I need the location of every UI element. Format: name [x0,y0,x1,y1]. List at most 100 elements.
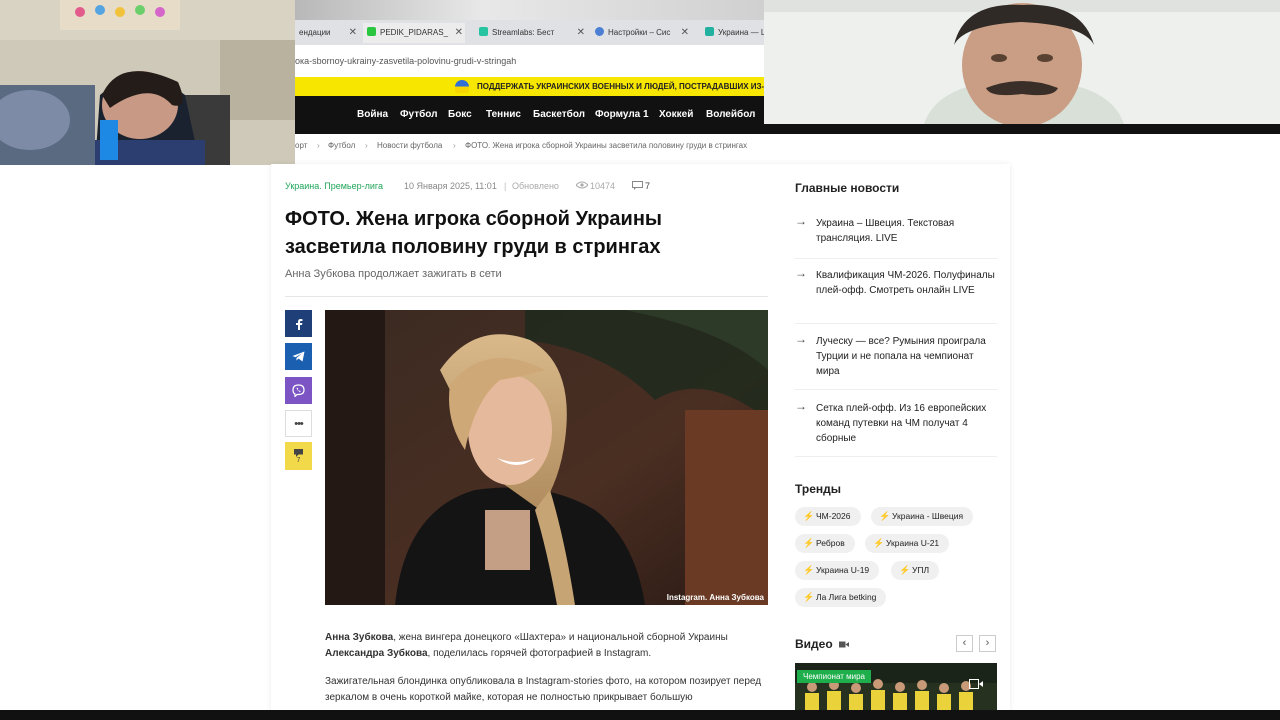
trend-tag[interactable]: ⚡ УПЛ [891,561,940,580]
more-dots-icon: ••• [294,417,304,430]
video-heading-label: Видео [795,637,833,651]
lightning-icon: ⚡ [873,538,885,548]
chevron-left-icon: ‹ [962,637,967,649]
close-icon[interactable]: ✕ [681,23,689,43]
webcam-right-image [764,0,1280,124]
trend-tag[interactable]: ⚡ Украина U-19 [795,561,880,580]
article-comments-count[interactable]: 7 [645,181,650,191]
divider [285,296,768,297]
tab-label: Настройки – Сис [608,28,671,37]
support-banner[interactable]: ПОДДЕРЖАТЬ УКРАИНСКИХ ВОЕННЫХ И ЛЮДЕЙ, П… [295,77,764,96]
trends-heading: Тренды [795,482,841,496]
comment-icon [294,448,303,457]
person-name: Александра Зубкова [325,648,428,659]
video-next-button[interactable]: › [979,635,996,652]
nav-item-boxing[interactable]: Бокс [448,96,472,134]
paragraph-text: , жена вингера донецкого «Шахтера» и нац… [393,632,728,643]
breadcrumb-separator: › [365,141,368,150]
breadcrumb-item-football-news[interactable]: Новости футбола [377,141,442,150]
arrow-right-icon: → [795,266,807,280]
share-more-button[interactable]: ••• [285,410,312,437]
article-title: ФОТО. Жена игрока сборной Украины засвет… [285,208,663,258]
share-viber-button[interactable] [285,377,312,404]
browser-tab-2[interactable]: PEDIK_PIDARAS_ ✕ [363,23,465,43]
article-paragraph-2: Зажигательная блондинка опубликовала в I… [325,676,762,703]
nav-item-basketball[interactable]: Баскетбол [533,96,585,134]
trend-label: Украина - Швеция [892,511,964,521]
webcam-left-image [0,0,295,165]
nav-item-hockey[interactable]: Хоккей [659,96,693,134]
telegram-icon [292,351,305,362]
browser-tab-1[interactable]: ендации ✕ [295,23,359,43]
tab-label: Украина — Ц [718,28,764,37]
trend-label: Ла Лига betking [816,592,877,602]
lightning-icon: ⚡ [803,565,815,575]
article-photo[interactable]: Instagram. Анна Зубкова [325,310,768,605]
article-body: Анна Зубкова, жена вингера донецкого «Ша… [325,630,770,718]
chevron-right-icon: › [985,637,990,649]
settings-gear-icon [595,27,604,36]
trend-label: Ребров [816,538,845,548]
lightning-icon: ⚡ [899,565,911,575]
webcam-right [764,0,1280,124]
video-badge: Чемпионат мира [797,670,871,683]
trend-label: УПЛ [912,565,930,575]
tab-label: PEDIK_PIDARAS_ [380,28,449,37]
trend-tag[interactable]: ⚡ Ла Лига betking [795,588,887,607]
trend-label: ЧМ-2026 [816,511,851,521]
news-item-title: Луческу — все? Румыния проиграла Турции … [816,336,986,377]
article-date: 10 Января 2025, 11:01 [404,181,497,191]
video-play-icon [969,679,983,689]
share-telegram-button[interactable] [285,343,312,370]
ukraine-heart-icon [455,80,469,93]
nav-item-formula1[interactable]: Формула 1 [595,96,649,134]
webcam-left [0,0,295,165]
close-icon[interactable]: ✕ [349,23,357,43]
trend-label: Украина U-21 [886,538,940,548]
nav-item-war[interactable]: Война [357,96,388,134]
share-facebook-button[interactable] [285,310,312,337]
lightning-icon: ⚡ [803,538,815,548]
lightning-icon: ⚡ [879,511,891,521]
main-nav: Война Футбол Бокс Теннис Баскетбол Форму… [295,96,764,134]
nav-item-tennis[interactable]: Теннис [486,96,521,134]
browser-tab-3[interactable]: Streamlabs: Бест ✕ [475,23,587,43]
tab-label: Streamlabs: Бест [492,28,555,37]
comments-button[interactable]: 7 [285,442,312,470]
breadcrumb-current: ФОТО. Жена игрока сборной Украины засвет… [465,141,748,150]
video-prev-button[interactable]: ‹ [956,635,973,652]
comment-icon [632,181,643,192]
breadcrumb-item-sport[interactable]: орт [295,141,307,150]
browser-top-strip [295,0,764,20]
address-bar[interactable]: ока-sbornoy-ukrainy-zasvetila-polovinu-g… [295,45,764,77]
streamlabs-icon [479,27,488,36]
news-item[interactable]: → Квалификация ЧМ-2026. Полуфиналы плей-… [795,266,997,324]
video-heading: Видео [795,637,850,651]
article-category[interactable]: Украина. Премьер-лига [285,181,383,191]
article-lead: Анна Зубкова продолжает зажигать в сети [285,268,502,280]
news-item[interactable]: → Украина – Швеция. Текстовая трансляция… [795,214,997,259]
kick-icon [367,27,376,36]
browser-tab-4[interactable]: Настройки – Сис ✕ [591,23,691,43]
trend-tag[interactable]: ⚡ Ребров [795,534,855,553]
trend-tag[interactable]: ⚡ Украина - Швеция [871,507,974,526]
news-item[interactable]: → Луческу — все? Румыния проиграла Турци… [795,332,997,390]
browser-tab-5[interactable]: Украина — Ц [701,23,764,43]
nav-item-volleyball[interactable]: Волейбол [706,96,755,134]
breadcrumb-item-football[interactable]: Футбол [328,141,355,150]
close-icon[interactable]: ✕ [577,23,585,43]
trend-tag[interactable]: ⚡ ЧМ-2026 [795,507,861,526]
lightning-icon: ⚡ [803,511,815,521]
close-icon[interactable]: ✕ [455,23,463,43]
browser-tab-strip: ендации ✕ PEDIK_PIDARAS_ ✕ Streamlabs: Б… [295,20,764,45]
article-paragraph-1: Анна Зубкова, жена вингера донецкого «Ша… [325,630,770,662]
comments-count: 7 [296,456,301,464]
news-item-title: Квалификация ЧМ-2026. Полуфиналы плей-оф… [816,270,995,296]
trend-tag[interactable]: ⚡ Украина U-21 [865,534,950,553]
arrow-right-icon: → [795,332,807,346]
news-item[interactable]: → Сетка плей-офф. Из 16 европейских кома… [795,399,997,457]
nav-item-football[interactable]: Футбол [400,96,438,134]
arrow-right-icon: → [795,214,807,228]
breadcrumb-separator: › [317,141,320,150]
support-banner-text: ПОДДЕРЖАТЬ УКРАИНСКИХ ВОЕННЫХ И ЛЮДЕЙ, П… [477,82,764,91]
